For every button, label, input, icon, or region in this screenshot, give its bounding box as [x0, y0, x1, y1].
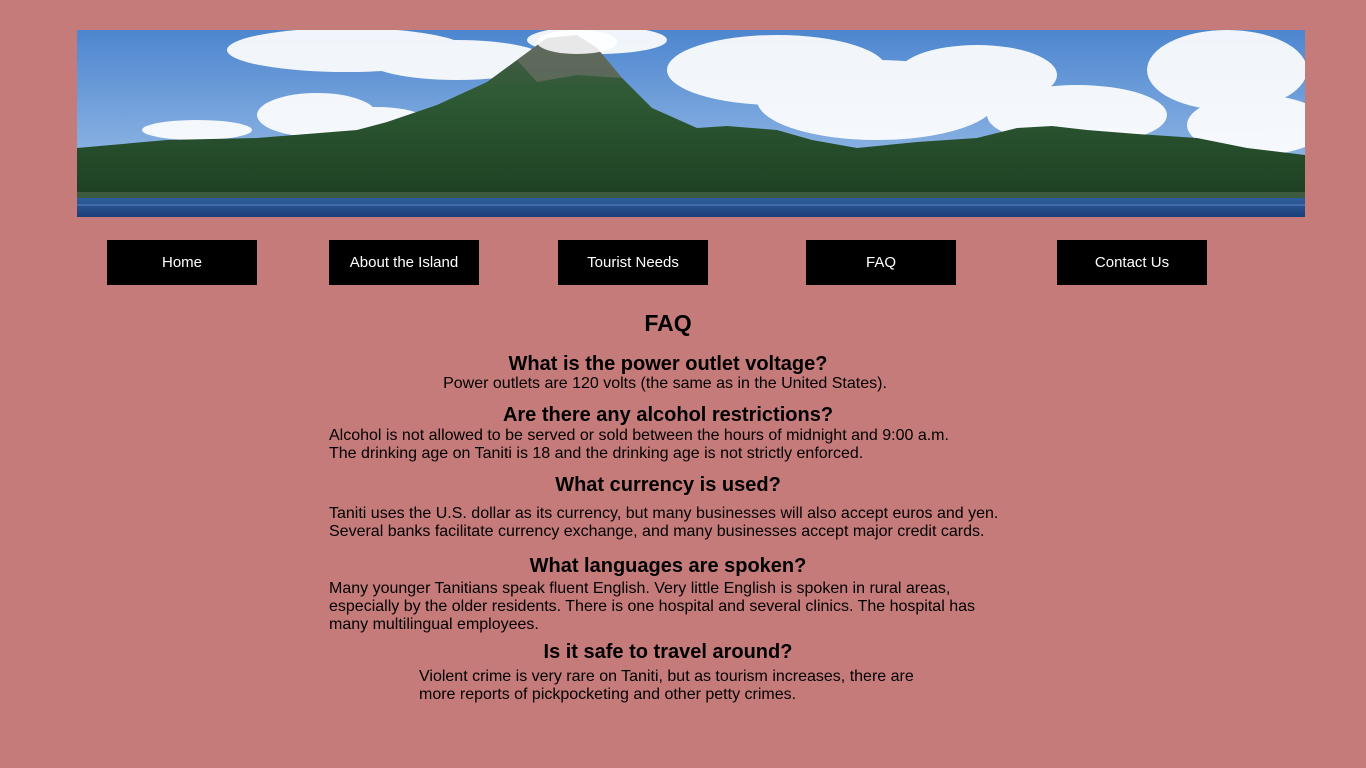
faq-answer: Power outlets are 120 volts (the same as…: [0, 375, 1330, 393]
faq-question: What languages are spoken?: [529, 555, 807, 577]
nav-contact-button[interactable]: Contact Us: [1057, 240, 1207, 285]
page-title: FAQ: [644, 310, 692, 336]
banner-image: [77, 30, 1305, 217]
faq-answer-line: many multilingual employees.: [329, 616, 539, 633]
nav-faq-button[interactable]: FAQ: [806, 240, 956, 285]
nav-about-button[interactable]: About the Island: [329, 240, 479, 285]
faq-answer-line: Power outlets are 120 volts (the same as…: [443, 375, 887, 392]
nav-tourist-needs-button[interactable]: Tourist Needs: [558, 240, 708, 285]
faq-answer-line: Many younger Tanitians speak fluent Engl…: [329, 580, 951, 597]
faq-question: What is the power outlet voltage?: [508, 353, 828, 375]
faq-question: Are there any alcohol restrictions?: [502, 404, 834, 426]
faq-answer: Violent crime is very rare on Taniti, bu…: [419, 668, 1019, 704]
faq-answer-line: Several banks facilitate currency exchan…: [329, 523, 985, 540]
faq-question: What currency is used?: [555, 474, 781, 496]
faq-answer-line: Violent crime is very rare on Taniti, bu…: [419, 668, 914, 685]
faq-answer-line: more reports of pickpocketing and other …: [419, 686, 797, 703]
faq-answer: Taniti uses the U.S. dollar as its curre…: [329, 505, 1049, 541]
faq-question: Is it safe to travel around?: [543, 641, 793, 663]
faq-answer-line: Taniti uses the U.S. dollar as its curre…: [329, 505, 999, 522]
faq-answer-line: The drinking age on Taniti is 18 and the…: [329, 445, 864, 462]
faq-answer: Many younger Tanitians speak fluent Engl…: [329, 580, 1049, 634]
faq-answer: Alcohol is not allowed to be served or s…: [329, 427, 1049, 463]
faq-answer-line: Alcohol is not allowed to be served or s…: [329, 427, 949, 444]
nav-home-button[interactable]: Home: [107, 240, 257, 285]
faq-answer-line: especially by the older residents. There…: [329, 598, 975, 615]
